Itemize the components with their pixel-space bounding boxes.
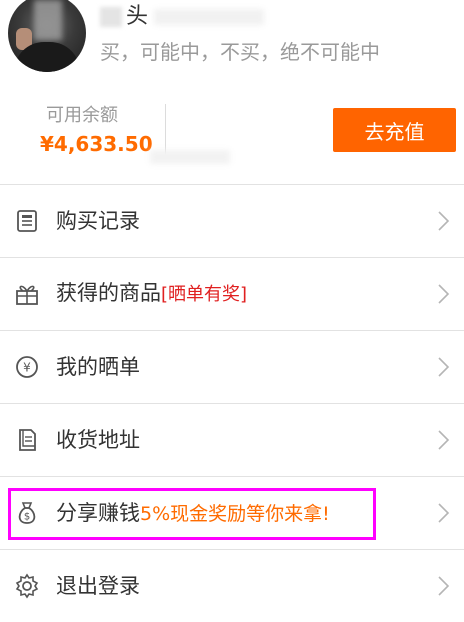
menu-item-logout[interactable]: 退出登录 bbox=[0, 549, 464, 622]
gift-icon bbox=[14, 281, 40, 307]
avatar-face-blur bbox=[34, 0, 62, 40]
chevron-right-icon bbox=[436, 210, 450, 232]
username-text: 头 bbox=[126, 4, 149, 29]
account-menu: 购买记录 获得的商品[晒单有奖] ¥ 我的晒单 收货地址 $ 分享赚钱5%现金奖… bbox=[0, 184, 464, 622]
menu-item-won-goods[interactable]: 获得的商品[晒单有奖] bbox=[0, 257, 464, 330]
balance-section: 可用余额 ¥4,633.50 去充值 bbox=[0, 88, 464, 184]
balance-divider bbox=[165, 104, 166, 156]
chevron-right-icon bbox=[436, 429, 450, 451]
menu-item-label: 购买记录 bbox=[56, 209, 140, 233]
username-blur bbox=[100, 7, 122, 27]
chevron-right-icon bbox=[436, 502, 450, 524]
menu-item-label: 收货地址 bbox=[56, 428, 140, 452]
profile-motto: 买，可能中，不买，绝不可能中 bbox=[100, 40, 380, 64]
menu-item-label: 获得的商品[晒单有奖] bbox=[56, 281, 248, 305]
menu-item-label: 分享赚钱5%现金奖励等你来拿! bbox=[56, 500, 330, 525]
svg-text:$: $ bbox=[24, 512, 30, 523]
balance-value: ¥4,633.50 bbox=[40, 132, 153, 156]
profile-header: 头 买，可能中，不买，绝不可能中 bbox=[0, 0, 464, 88]
money-bag-icon: $ bbox=[14, 500, 40, 526]
settings-gear-icon bbox=[14, 573, 40, 599]
menu-item-share-earn[interactable]: $ 分享赚钱5%现金奖励等你来拿! bbox=[0, 476, 464, 549]
balance-ghost-blur bbox=[150, 150, 230, 164]
share-promo-text: 5%现金奖励等你来拿! bbox=[140, 502, 330, 525]
yen-circle-icon: ¥ bbox=[14, 354, 40, 380]
menu-item-my-shares[interactable]: ¥ 我的晒单 bbox=[0, 330, 464, 403]
share-reward-badge: [晒单有奖] bbox=[161, 284, 248, 305]
menu-item-label: 退出登录 bbox=[56, 574, 140, 598]
username-ghost-blur bbox=[154, 9, 265, 25]
recharge-button[interactable]: 去充值 bbox=[333, 108, 456, 152]
chevron-right-icon bbox=[436, 575, 450, 597]
address-doc-icon bbox=[14, 427, 40, 453]
username: 头 bbox=[100, 4, 265, 30]
chevron-right-icon bbox=[436, 356, 450, 378]
menu-item-purchase-records[interactable]: 购买记录 bbox=[0, 184, 464, 257]
svg-text:¥: ¥ bbox=[23, 361, 31, 375]
balance-label: 可用余额 bbox=[46, 105, 118, 126]
avatar[interactable] bbox=[8, 0, 86, 72]
menu-item-shipping-address[interactable]: 收货地址 bbox=[0, 403, 464, 476]
chevron-right-icon bbox=[436, 283, 450, 305]
list-icon bbox=[14, 208, 40, 234]
menu-item-label: 我的晒单 bbox=[56, 355, 140, 379]
